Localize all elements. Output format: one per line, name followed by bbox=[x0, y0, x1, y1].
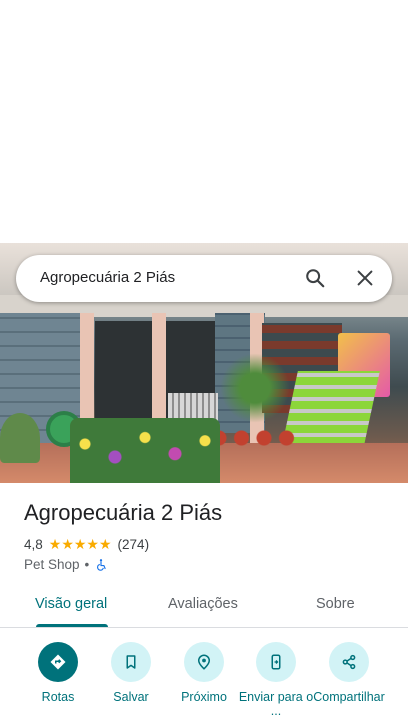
bookmark-icon[interactable] bbox=[111, 642, 151, 682]
send-to-phone-label: Enviar para o ... bbox=[238, 690, 314, 718]
place-category[interactable]: Pet Shop bbox=[24, 557, 80, 572]
search-query[interactable]: Agropecuária 2 Piás bbox=[40, 269, 175, 286]
share-button[interactable]: Compartilhar bbox=[311, 642, 387, 704]
rating-value: 4,8 bbox=[24, 537, 43, 552]
save-label: Salvar bbox=[113, 690, 149, 704]
review-count[interactable]: (274) bbox=[118, 537, 150, 552]
share-icon[interactable] bbox=[329, 642, 369, 682]
nearby-label: Próximo bbox=[181, 690, 227, 704]
tab-overview[interactable]: Visão geral bbox=[35, 596, 107, 612]
nearby-icon[interactable] bbox=[184, 642, 224, 682]
nearby-button[interactable]: Próximo bbox=[166, 642, 242, 704]
tab-reviews[interactable]: Avaliações bbox=[168, 596, 238, 612]
map-blank-area bbox=[0, 0, 408, 243]
tab-divider bbox=[0, 627, 408, 628]
share-label: Compartilhar bbox=[313, 690, 385, 704]
directions-button[interactable]: Rotas bbox=[20, 642, 96, 704]
directions-icon[interactable] bbox=[38, 642, 78, 682]
wheelchair-accessible-icon bbox=[94, 558, 108, 572]
close-icon[interactable] bbox=[354, 267, 376, 289]
place-title: Agropecuária 2 Piás bbox=[24, 500, 223, 525]
rating-row[interactable]: 4,8 ★★★★★ (274) bbox=[24, 536, 149, 553]
directions-label: Rotas bbox=[41, 690, 75, 704]
send-to-phone-icon[interactable] bbox=[256, 642, 296, 682]
save-button[interactable]: Salvar bbox=[93, 642, 169, 704]
rating-stars: ★★★★★ bbox=[48, 536, 112, 552]
tab-about[interactable]: Sobre bbox=[316, 596, 355, 612]
separator-dot: • bbox=[84, 557, 90, 572]
category-row: Pet Shop • bbox=[24, 557, 108, 572]
search-icon[interactable] bbox=[304, 267, 326, 289]
send-to-phone-button[interactable]: Enviar para o ... bbox=[238, 642, 314, 718]
search-box[interactable]: Agropecuária 2 Piás bbox=[16, 255, 392, 302]
